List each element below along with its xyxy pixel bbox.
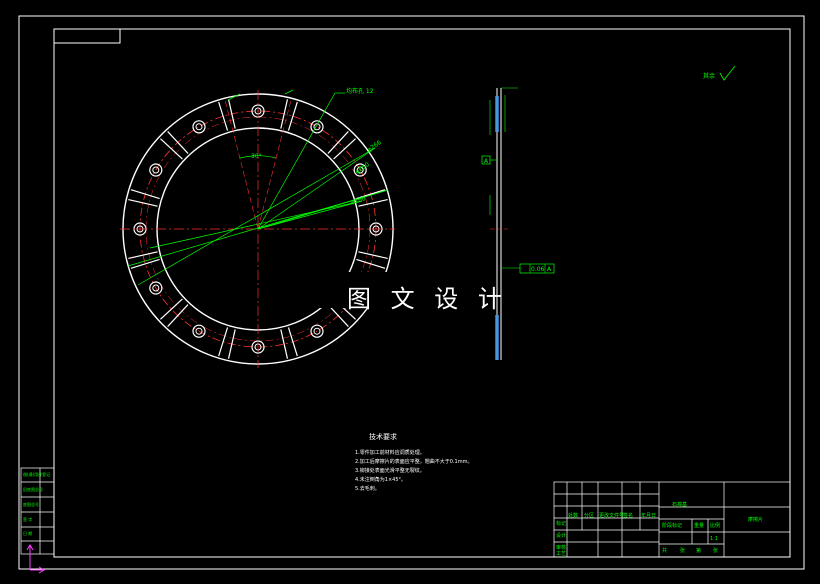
- roughness-note: 其余: [703, 72, 715, 80]
- rivet-hole: [192, 120, 206, 134]
- stage-label: 比例: [710, 523, 721, 529]
- segment-gap-line: [167, 131, 189, 154]
- left-strip-label: 日 期: [23, 531, 33, 536]
- tech-req-item: 1.零件加工前材料应调质处理。: [355, 450, 425, 456]
- diameter-label-1: φ266: [366, 139, 383, 154]
- tech-req-item: 3.铆接处表面光滑平整无裂纹。: [355, 468, 425, 474]
- segment-gap-line: [218, 101, 229, 131]
- left-strip-label: 借(通)用件登记: [23, 472, 51, 477]
- tech-req-item: 2.加工后摩擦片的表面应平整，翘曲不大于0.1mm。: [355, 459, 473, 465]
- sheet-label: 第: [696, 548, 702, 554]
- segment-gap-line: [218, 327, 229, 357]
- stage-label: 重量: [694, 523, 705, 529]
- segment-gap-line: [130, 189, 160, 200]
- segment-gap-line: [128, 251, 158, 260]
- rivet-hole: [310, 120, 324, 134]
- watermark: 图 文 设 计: [347, 285, 508, 313]
- left-strip-label: 底图总号: [23, 502, 39, 507]
- col-label: 分区: [584, 513, 595, 519]
- col-label: 年月日: [641, 513, 657, 519]
- segment-gap-line: [287, 327, 298, 357]
- segment-gap-line: [280, 329, 289, 359]
- tech-req-title: 技术要求: [369, 433, 397, 441]
- tech-req-item: 4.未注倒角为1×45°。: [355, 477, 407, 483]
- left-strip-table: [20, 467, 55, 555]
- scale: 1:1: [710, 536, 719, 542]
- friction-disc-front-view: 均布孔 12 φ266 φ250 φ160 30°: [120, 87, 395, 368]
- code-box: [53, 28, 121, 44]
- stage-label: 阶段标记: [662, 523, 683, 529]
- segment-gap-line: [327, 131, 349, 154]
- flatness-value: 0.06: [531, 266, 545, 273]
- segment-gap-line: [287, 101, 298, 131]
- flatness-datum: A: [547, 266, 552, 273]
- roughness-symbol: 其余: [703, 65, 736, 81]
- col-label: 更改文件号: [599, 513, 625, 519]
- sheet-label: 张: [680, 548, 686, 554]
- leader-note: 均布孔 12: [346, 87, 374, 95]
- left-strip-label: 签 字: [23, 517, 33, 522]
- segment-gap-line: [160, 298, 183, 320]
- col-label: 签名: [623, 513, 634, 519]
- sheet-label: 共: [662, 548, 668, 554]
- angle-label: 30°: [251, 153, 262, 160]
- row-label: 工艺: [556, 551, 567, 557]
- segment-gap-line: [227, 99, 236, 129]
- segment-gap-line: [358, 251, 388, 260]
- material: 石棉基: [672, 502, 688, 508]
- left-strip-label: 旧底图总号: [23, 487, 43, 492]
- row-label: 标记: [556, 521, 567, 527]
- tech-req-item: 5.去毛刺。: [355, 486, 380, 492]
- segment-gap-line: [280, 99, 289, 129]
- row-label: 设计: [556, 533, 567, 539]
- segment-gap-line: [128, 198, 158, 207]
- col-label: 处数: [568, 513, 579, 519]
- rivet-hole-inner: [195, 123, 203, 131]
- segment-gap-line: [356, 258, 386, 269]
- friction-disc-side-view: A 0.06 A: [481, 87, 555, 360]
- sheet-label: 张: [713, 548, 719, 554]
- segment-gap-line: [227, 329, 236, 359]
- part-name: 摩擦片: [748, 517, 764, 523]
